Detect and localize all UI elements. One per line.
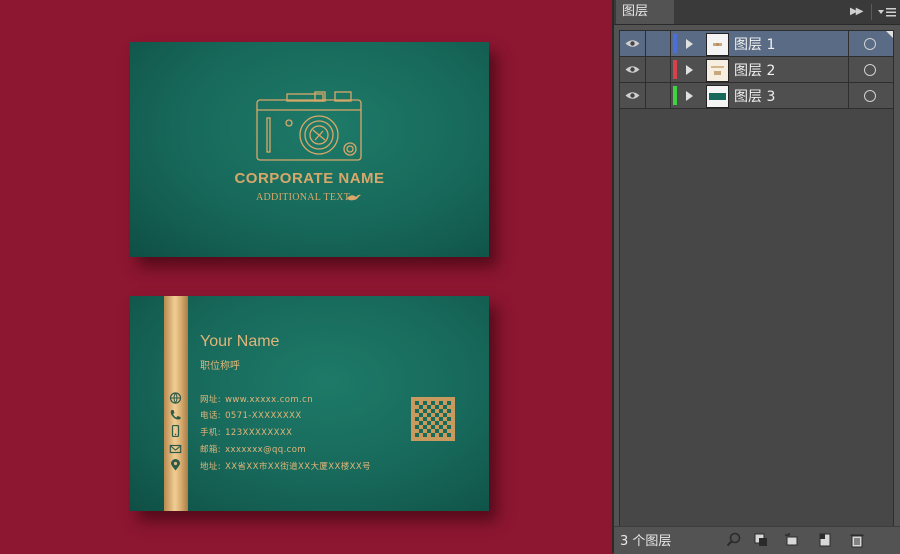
bird-icon	[347, 194, 361, 201]
locate-object-icon[interactable]	[726, 532, 742, 548]
contact-label: 网址:	[200, 395, 222, 405]
contact-value: 0571-XXXXXXXX	[225, 411, 302, 421]
layer-name[interactable]: 图层 2	[734, 60, 775, 80]
camera-icon	[256, 91, 362, 161]
contact-label: 手机:	[200, 428, 222, 438]
new-sublayer-icon[interactable]	[784, 532, 800, 548]
layer-name[interactable]: 图层 1	[734, 34, 775, 54]
corporate-name: CORPORATE NAME	[234, 170, 385, 187]
lock-toggle[interactable]	[646, 31, 671, 56]
mobile-icon	[171, 425, 180, 437]
tab-separator	[871, 4, 872, 20]
layers-panel: 图层 ▶▶ 图层 1 图层 2 图层 3 3 个图层	[612, 0, 900, 554]
contact-label: 电话:	[200, 411, 222, 421]
contact-row-phone: 电话: 0571-XXXXXXXX	[200, 409, 302, 421]
eye-icon	[625, 40, 640, 47]
contact-row-address: 地址: XX省XX市XX街道XX大厦XX楼XX号	[200, 460, 371, 472]
panel-menu-icon[interactable]	[877, 5, 897, 19]
visibility-toggle[interactable]	[620, 83, 646, 108]
target-circle-icon[interactable]	[864, 64, 876, 76]
phone-icon	[170, 410, 181, 420]
layer-thumbnail	[706, 33, 729, 56]
contact-value: xxxxxxx@qq.com	[225, 445, 307, 455]
layer-row-2[interactable]: 图层 2	[620, 57, 893, 83]
contact-row-mobile: 手机: 123XXXXXXXX	[200, 426, 292, 438]
panel-divider	[612, 0, 614, 553]
expand-arrow-icon[interactable]	[686, 39, 693, 49]
contact-row-email: 邮箱: xxxxxxx@qq.com	[200, 443, 306, 455]
layer-list[interactable]: 图层 1 图层 2 图层 3	[619, 30, 894, 527]
contact-row-website: 网址: www.xxxxx.com.cn	[200, 393, 313, 405]
mail-icon	[169, 444, 182, 454]
visibility-toggle[interactable]	[620, 57, 646, 82]
selection-corner-icon	[886, 31, 893, 38]
contact-label: 邮箱:	[200, 445, 222, 455]
panel-footer: 3 个图层	[614, 526, 900, 554]
target-circle-icon[interactable]	[864, 38, 876, 50]
layer-name[interactable]: 图层 3	[734, 86, 775, 106]
job-title: 职位称呼	[200, 361, 240, 372]
business-card-back[interactable]: Your Name 职位称呼 网址: www.xxxxx.com.cn 电话: 05…	[130, 296, 489, 511]
make-clipping-mask-icon[interactable]	[753, 532, 769, 548]
qr-code	[411, 397, 455, 441]
layer-thumbnail	[706, 59, 729, 82]
layer-color-bar	[673, 34, 677, 53]
artboard-canvas[interactable]: CORPORATE NAME ADDITIONAL TEXT Your Name…	[0, 0, 612, 553]
business-card-front[interactable]: CORPORATE NAME ADDITIONAL TEXT	[130, 42, 489, 257]
lock-toggle[interactable]	[646, 83, 671, 108]
eye-icon	[625, 92, 640, 99]
target-cell[interactable]	[848, 57, 894, 82]
visibility-toggle[interactable]	[620, 31, 646, 56]
expand-arrow-icon[interactable]	[686, 65, 693, 75]
lock-toggle[interactable]	[646, 57, 671, 82]
globe-icon	[169, 392, 182, 404]
new-layer-icon[interactable]	[817, 532, 833, 548]
location-icon	[171, 459, 180, 471]
layer-thumbnail	[706, 85, 729, 108]
collapse-panel-icon[interactable]: ▶▶	[850, 6, 863, 17]
eye-icon	[625, 66, 640, 73]
panel-tab-bar: 图层 ▶▶	[614, 0, 900, 25]
target-cell[interactable]	[848, 83, 894, 108]
target-circle-icon[interactable]	[864, 90, 876, 102]
expand-arrow-icon[interactable]	[686, 91, 693, 101]
contact-value: XX省XX市XX街道XX大厦XX楼XX号	[225, 462, 371, 472]
contact-value: www.xxxxx.com.cn	[225, 395, 314, 405]
layer-color-bar	[673, 86, 677, 105]
contact-label: 地址:	[200, 462, 222, 472]
additional-text: ADDITIONAL TEXT	[256, 192, 351, 203]
layer-row-3[interactable]: 图层 3	[620, 83, 893, 109]
contact-value: 123XXXXXXXX	[225, 428, 293, 438]
tab-layers[interactable]: 图层	[616, 0, 674, 24]
delete-layer-icon[interactable]	[849, 532, 865, 548]
layer-color-bar	[673, 60, 677, 79]
person-name: Your Name	[200, 333, 280, 350]
layer-row-1[interactable]: 图层 1	[620, 31, 893, 57]
layer-count: 3 个图层	[620, 534, 672, 549]
